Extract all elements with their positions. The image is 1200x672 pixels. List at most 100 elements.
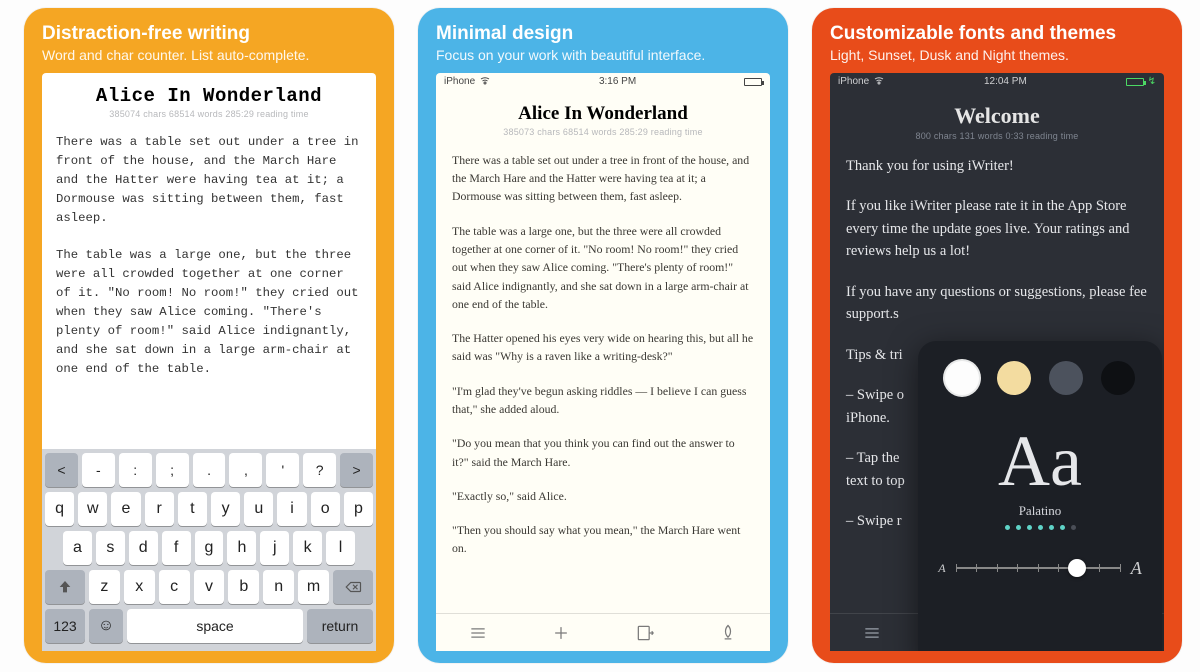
key-l[interactable]: l	[326, 531, 355, 565]
theme-swatches	[945, 361, 1135, 395]
key-backspace[interactable]	[333, 570, 373, 604]
menu-icon[interactable]	[861, 622, 883, 644]
key-v[interactable]: v	[194, 570, 225, 604]
clock: 12:04 PM	[984, 76, 1027, 87]
slider-knob[interactable]	[1068, 559, 1086, 577]
paragraph: "Then you should say what you mean," the…	[452, 521, 754, 558]
paragraph: The Hatter opened his eyes very wide on …	[452, 329, 754, 366]
subline: Word and char counter. List auto-complet…	[42, 47, 376, 63]
key-j[interactable]: j	[260, 531, 289, 565]
key-chevron-right[interactable]: >	[340, 453, 373, 487]
key-o[interactable]: o	[311, 492, 340, 526]
font-name: Palatino	[1019, 503, 1062, 519]
font-pager-dots	[1005, 525, 1076, 530]
theme-night[interactable]	[1101, 361, 1135, 395]
phone-screen-2: iPhone 3:16 PM Alice In Wonderland 38507…	[436, 73, 770, 651]
theme-dusk[interactable]	[1049, 361, 1083, 395]
slider-track[interactable]	[956, 567, 1121, 569]
paragraph: The table was a large one, but the three…	[452, 222, 754, 313]
key-space[interactable]: space	[127, 609, 303, 643]
headline: Customizable fonts and themes	[830, 24, 1164, 45]
theme-sunset[interactable]	[997, 361, 1031, 395]
battery-icon	[1126, 78, 1144, 86]
key-s[interactable]: s	[96, 531, 125, 565]
key-dash[interactable]: -	[82, 453, 115, 487]
font-sample: Aa	[998, 425, 1082, 497]
editor-body[interactable]: There was a table set out under a tree i…	[42, 133, 376, 449]
headline: Minimal design	[436, 24, 770, 45]
promo-panel-1: Distraction-free writing Word and char c…	[24, 8, 394, 663]
theme-light[interactable]	[945, 361, 979, 395]
key-t[interactable]: t	[178, 492, 207, 526]
doc-stats: 385073 chars 68514 words 285:29 reading …	[436, 127, 770, 137]
key-u[interactable]: u	[244, 492, 273, 526]
key-f[interactable]: f	[162, 531, 191, 565]
paragraph: "Exactly so," said Alice.	[452, 487, 754, 505]
paragraph: There was a table set out under a tree i…	[56, 133, 362, 228]
export-icon[interactable]	[634, 622, 656, 644]
clock: 3:16 PM	[599, 76, 636, 87]
key-z[interactable]: z	[89, 570, 120, 604]
doc-title: Alice In Wonderland	[42, 85, 376, 107]
key-a[interactable]: a	[63, 531, 92, 565]
promo-panel-3: Customizable fonts and themes Light, Sun…	[812, 8, 1182, 663]
carrier-label: iPhone	[444, 76, 475, 87]
key-apostrophe[interactable]: '	[266, 453, 299, 487]
key-n[interactable]: n	[263, 570, 294, 604]
key-123[interactable]: 123	[45, 609, 85, 643]
font-size-slider[interactable]: A A	[938, 558, 1142, 579]
promo-panel-2: Minimal design Focus on your work with b…	[418, 8, 788, 663]
doc-stats: 385074 chars 68514 words 285:29 reading …	[42, 109, 376, 119]
charging-icon: ↯	[1148, 76, 1156, 87]
key-x[interactable]: x	[124, 570, 155, 604]
key-m[interactable]: m	[298, 570, 329, 604]
size-small-icon: A	[938, 561, 945, 576]
headline: Distraction-free writing	[42, 24, 376, 45]
key-g[interactable]: g	[195, 531, 224, 565]
status-bar: iPhone 3:16 PM	[436, 73, 770, 91]
doc-title: Welcome	[830, 103, 1164, 129]
theme-icon[interactable]	[717, 622, 739, 644]
key-p[interactable]: p	[344, 492, 373, 526]
bottom-toolbar	[436, 613, 770, 651]
paragraph: "I'm glad they've begun asking riddles —…	[452, 382, 754, 419]
paragraph: If you have any questions or suggestions…	[846, 281, 1148, 326]
key-colon[interactable]: :	[119, 453, 152, 487]
phone-screen-1: Alice In Wonderland 385074 chars 68514 w…	[42, 73, 376, 651]
key-e[interactable]: e	[111, 492, 140, 526]
key-shift[interactable]	[45, 570, 85, 604]
menu-icon[interactable]	[467, 622, 489, 644]
paragraph: Thank you for using iWriter!	[846, 155, 1148, 177]
key-q[interactable]: q	[45, 492, 74, 526]
key-y[interactable]: y	[211, 492, 240, 526]
wifi-icon	[873, 75, 885, 88]
key-c[interactable]: c	[159, 570, 190, 604]
add-icon[interactable]	[550, 622, 572, 644]
paragraph: If you like iWriter please rate it in th…	[846, 195, 1148, 262]
paragraph: The table was a large one, but the three…	[56, 246, 362, 379]
key-return[interactable]: return	[307, 609, 373, 643]
key-b[interactable]: b	[228, 570, 259, 604]
keyboard: < - : ; . , ' ? > q w e r t y u i o p	[42, 449, 376, 651]
key-r[interactable]: r	[145, 492, 174, 526]
battery-icon	[744, 78, 762, 86]
subline: Light, Sunset, Dusk and Night themes.	[830, 47, 1164, 63]
key-i[interactable]: i	[277, 492, 306, 526]
key-period[interactable]: .	[193, 453, 226, 487]
theme-popover: Aa Palatino A A	[918, 341, 1162, 651]
key-comma[interactable]: ,	[229, 453, 262, 487]
key-k[interactable]: k	[293, 531, 322, 565]
key-semicolon[interactable]: ;	[156, 453, 189, 487]
size-large-icon: A	[1131, 558, 1142, 579]
key-emoji[interactable]: ☺	[89, 609, 123, 643]
paragraph: "Do you mean that you think you can find…	[452, 434, 754, 471]
editor-body[interactable]: There was a table set out under a tree i…	[436, 151, 770, 613]
doc-title: Alice In Wonderland	[436, 103, 770, 125]
key-chevron-left[interactable]: <	[45, 453, 78, 487]
key-w[interactable]: w	[78, 492, 107, 526]
key-h[interactable]: h	[227, 531, 256, 565]
key-d[interactable]: d	[129, 531, 158, 565]
phone-screen-3: iPhone 12:04 PM ↯ Welcome 800 chars 131 …	[830, 73, 1164, 651]
key-question[interactable]: ?	[303, 453, 336, 487]
wifi-icon	[479, 75, 491, 88]
